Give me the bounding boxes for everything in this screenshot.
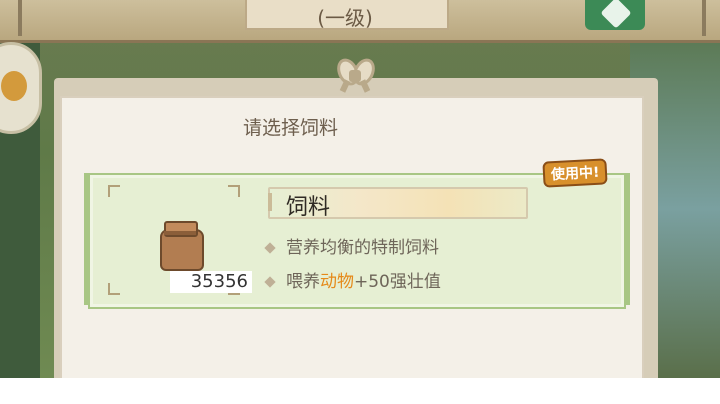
highlight-text: 动物 — [320, 272, 354, 292]
top-bar: (一级) — [0, 0, 720, 43]
item-description-1: 营养均衡的特制饲料 — [264, 233, 439, 258]
feed-item-card[interactable]: 35356 饲料 营养均衡的特制饲料 喂养动物+50强壮值 — [84, 173, 630, 309]
gold-coin-icon[interactable] — [0, 42, 42, 134]
corner-ornament — [108, 185, 120, 197]
item-description-2: 喂养动物+50强壮值 — [264, 267, 441, 292]
level-title: (一级) — [317, 6, 373, 30]
corner-ornament — [228, 185, 240, 197]
in-use-badge: 使用中! — [542, 158, 609, 188]
bullet-icon — [264, 276, 276, 288]
dialog-title: 请选择饲料 — [243, 117, 339, 139]
game-scene: (一级) 请选择饲料 35356 饲料 营养均衡的特制饲料 喂养动物+50强壮值… — [0, 0, 720, 378]
corner-ornament — [108, 283, 120, 295]
bullet-icon — [264, 242, 276, 254]
item-name: 饲料 — [286, 195, 331, 220]
shovel-icon[interactable] — [585, 0, 645, 30]
feed-bag-icon — [158, 219, 204, 271]
item-count: 35356 — [170, 271, 252, 293]
rope-knot-icon — [333, 55, 379, 93]
